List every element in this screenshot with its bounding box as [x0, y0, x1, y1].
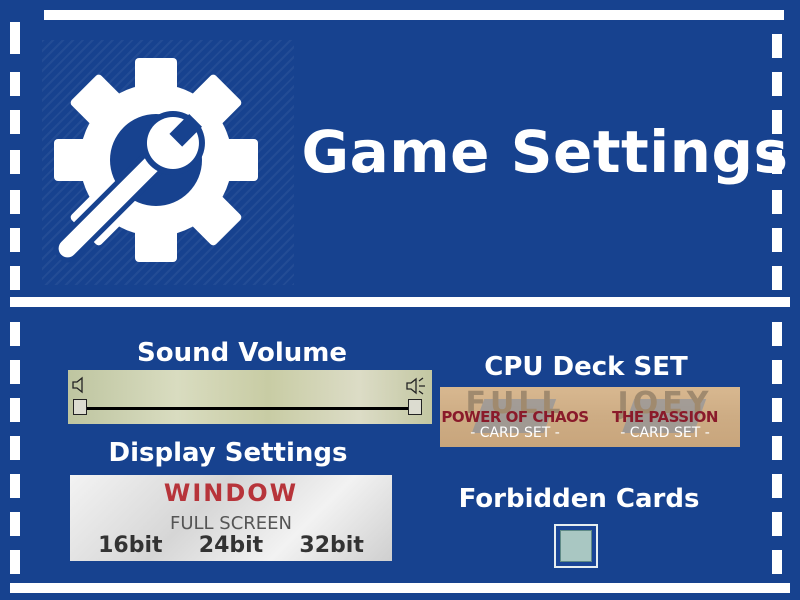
checkbox-fill [560, 530, 592, 562]
left-dash [10, 150, 20, 174]
left-dash [10, 22, 20, 54]
cpu-deck-selector: FULL POWER OF CHAOS - CARD SET - JOEY TH… [440, 387, 740, 447]
sound-volume-slider[interactable] [68, 370, 432, 424]
display-settings-panel: WINDOW FULL SCREEN 16bit 24bit 32bit [70, 475, 392, 561]
deck-option-subtitle: POWER OF CHAOS [441, 408, 589, 426]
right-dash [772, 550, 782, 574]
speaker-loud-icon [406, 377, 425, 395]
divider [10, 297, 790, 307]
right-dash [772, 266, 782, 290]
left-dash [10, 360, 20, 384]
deck-option-subtitle: THE PASSION [612, 408, 718, 426]
display-settings-label: Display Settings [108, 438, 348, 468]
left-dash [10, 550, 20, 574]
right-dash [772, 34, 782, 58]
right-dash [772, 360, 782, 384]
left-dash [10, 436, 20, 460]
color-depth-16-button[interactable]: 16bit [98, 533, 162, 558]
left-dash [10, 228, 20, 252]
right-dash [772, 398, 782, 422]
left-dash [10, 72, 20, 96]
cpu-deck-label: CPU Deck SET [484, 352, 688, 382]
left-dash [10, 322, 20, 346]
window-mode-button[interactable]: WINDOW [70, 479, 392, 507]
speaker-mute-icon [72, 376, 83, 394]
gear-wrench-icon [53, 58, 258, 263]
fullscreen-mode-button[interactable]: FULL SCREEN [70, 513, 392, 534]
right-dash [772, 436, 782, 460]
color-depth-options: 16bit 24bit 32bit [70, 533, 392, 558]
right-dash [772, 474, 782, 498]
sound-volume-label: Sound Volume [137, 338, 347, 368]
volume-min-marker [73, 399, 87, 415]
bottom-border [10, 583, 790, 593]
left-dash [10, 190, 20, 214]
deck-option-caption: - CARD SET - [470, 425, 560, 441]
forbidden-cards-label: Forbidden Cards [458, 484, 700, 514]
volume-track [80, 407, 416, 410]
right-dash [772, 228, 782, 252]
left-dash [10, 398, 20, 422]
right-dash [772, 322, 782, 346]
deck-option-full[interactable]: FULL POWER OF CHAOS - CARD SET - [440, 387, 590, 447]
left-dash [10, 266, 20, 290]
deck-option-joey[interactable]: JOEY THE PASSION - CARD SET - [590, 387, 740, 447]
deck-option-caption: - CARD SET - [620, 425, 710, 441]
volume-thumb[interactable] [408, 399, 422, 415]
right-dash [772, 72, 782, 96]
color-depth-32-button[interactable]: 32bit [299, 533, 363, 558]
right-dash [772, 190, 782, 214]
right-dash [772, 512, 782, 536]
forbidden-cards-checkbox[interactable] [554, 524, 598, 568]
left-dash [10, 110, 20, 134]
top-border [44, 10, 784, 20]
page-title: Game Settings [301, 118, 789, 186]
color-depth-24-button[interactable]: 24bit [199, 533, 263, 558]
left-dash [10, 474, 20, 498]
left-dash [10, 512, 20, 536]
